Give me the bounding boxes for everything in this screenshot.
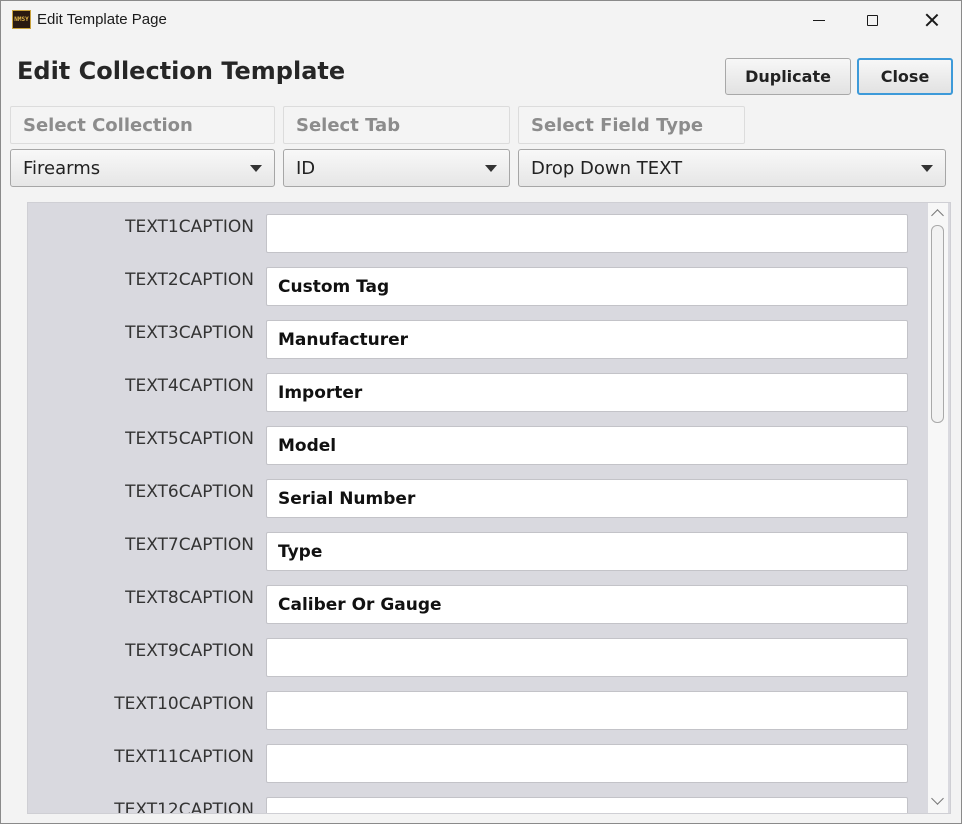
select-field-type-label: Select Field Type: [518, 106, 745, 144]
caption-input[interactable]: Importer: [266, 373, 908, 412]
caption-input[interactable]: [266, 797, 908, 813]
scroll-down-icon[interactable]: [931, 792, 944, 805]
chevron-down-icon: [250, 165, 262, 172]
caption-form: TEXT1CAPTION TEXT2CAPTION Custom Tag TEX…: [27, 202, 951, 814]
caption-label: TEXT11CAPTION: [114, 747, 254, 767]
caption-input[interactable]: [266, 638, 908, 677]
caption-row: TEXT7CAPTION Type: [28, 521, 928, 574]
tab-dropdown-value: ID: [296, 157, 316, 179]
caption-label: TEXT4CAPTION: [125, 376, 254, 396]
caption-label: TEXT8CAPTION: [125, 588, 254, 608]
select-tab-label: Select Tab: [283, 106, 510, 144]
window-title: Edit Template Page: [37, 11, 167, 28]
caption-row: TEXT8CAPTION Caliber Or Gauge: [28, 574, 928, 627]
minimize-button[interactable]: [796, 1, 842, 39]
tab-dropdown[interactable]: ID: [283, 149, 510, 187]
caption-label: TEXT3CAPTION: [125, 323, 254, 343]
app-icon-letter: Y: [25, 16, 29, 23]
caption-input[interactable]: Manufacturer: [266, 320, 908, 359]
title-bar: N M S Y Edit Template Page: [1, 1, 961, 39]
caption-input[interactable]: [266, 214, 908, 253]
caption-label: TEXT9CAPTION: [125, 641, 254, 661]
caption-row: TEXT2CAPTION Custom Tag: [28, 256, 928, 309]
scroll-up-icon[interactable]: [931, 209, 944, 222]
window-close-button[interactable]: [909, 1, 955, 39]
maximize-button[interactable]: [849, 1, 895, 39]
collection-dropdown[interactable]: Firearms: [10, 149, 275, 187]
caption-row: TEXT10CAPTION: [28, 680, 928, 733]
page-title: Edit Collection Template: [17, 57, 346, 85]
caption-label: TEXT7CAPTION: [125, 535, 254, 555]
caption-row: TEXT12CAPTION: [28, 786, 928, 814]
field-type-dropdown[interactable]: Drop Down TEXT: [518, 149, 946, 187]
vertical-scrollbar[interactable]: [928, 203, 948, 813]
chevron-down-icon: [485, 165, 497, 172]
caption-row: TEXT3CAPTION Manufacturer: [28, 309, 928, 362]
caption-row: TEXT1CAPTION: [28, 203, 928, 256]
maximize-icon: [866, 14, 878, 26]
close-icon: [925, 13, 939, 27]
caption-row: TEXT6CAPTION Serial Number: [28, 468, 928, 521]
caption-input[interactable]: Serial Number: [266, 479, 908, 518]
caption-input[interactable]: Custom Tag: [266, 267, 908, 306]
caption-input[interactable]: [266, 744, 908, 783]
close-button[interactable]: Close: [857, 58, 953, 95]
field-type-dropdown-value: Drop Down TEXT: [531, 157, 683, 179]
caption-label: TEXT5CAPTION: [125, 429, 254, 449]
caption-input[interactable]: [266, 691, 908, 730]
caption-input[interactable]: Caliber Or Gauge: [266, 585, 908, 624]
duplicate-button[interactable]: Duplicate: [725, 58, 851, 95]
collection-dropdown-value: Firearms: [23, 157, 101, 179]
minimize-icon: [813, 19, 825, 21]
caption-row: TEXT5CAPTION Model: [28, 415, 928, 468]
scrollbar-thumb[interactable]: [931, 225, 944, 423]
chevron-down-icon: [921, 165, 933, 172]
select-collection-label: Select Collection: [10, 106, 275, 144]
app-icon: N M S Y: [12, 10, 31, 29]
caption-row: TEXT4CAPTION Importer: [28, 362, 928, 415]
edit-template-window: N M S Y Edit Template Page Edit Collecti…: [0, 0, 962, 824]
caption-label: TEXT10CAPTION: [114, 694, 254, 714]
caption-row: TEXT9CAPTION: [28, 627, 928, 680]
caption-label: TEXT2CAPTION: [125, 270, 254, 290]
caption-row: TEXT11CAPTION: [28, 733, 928, 786]
caption-input[interactable]: Model: [266, 426, 908, 465]
caption-input[interactable]: Type: [266, 532, 908, 571]
caption-label: TEXT12CAPTION: [114, 800, 254, 814]
caption-label: TEXT6CAPTION: [125, 482, 254, 502]
caption-label: TEXT1CAPTION: [125, 217, 254, 237]
